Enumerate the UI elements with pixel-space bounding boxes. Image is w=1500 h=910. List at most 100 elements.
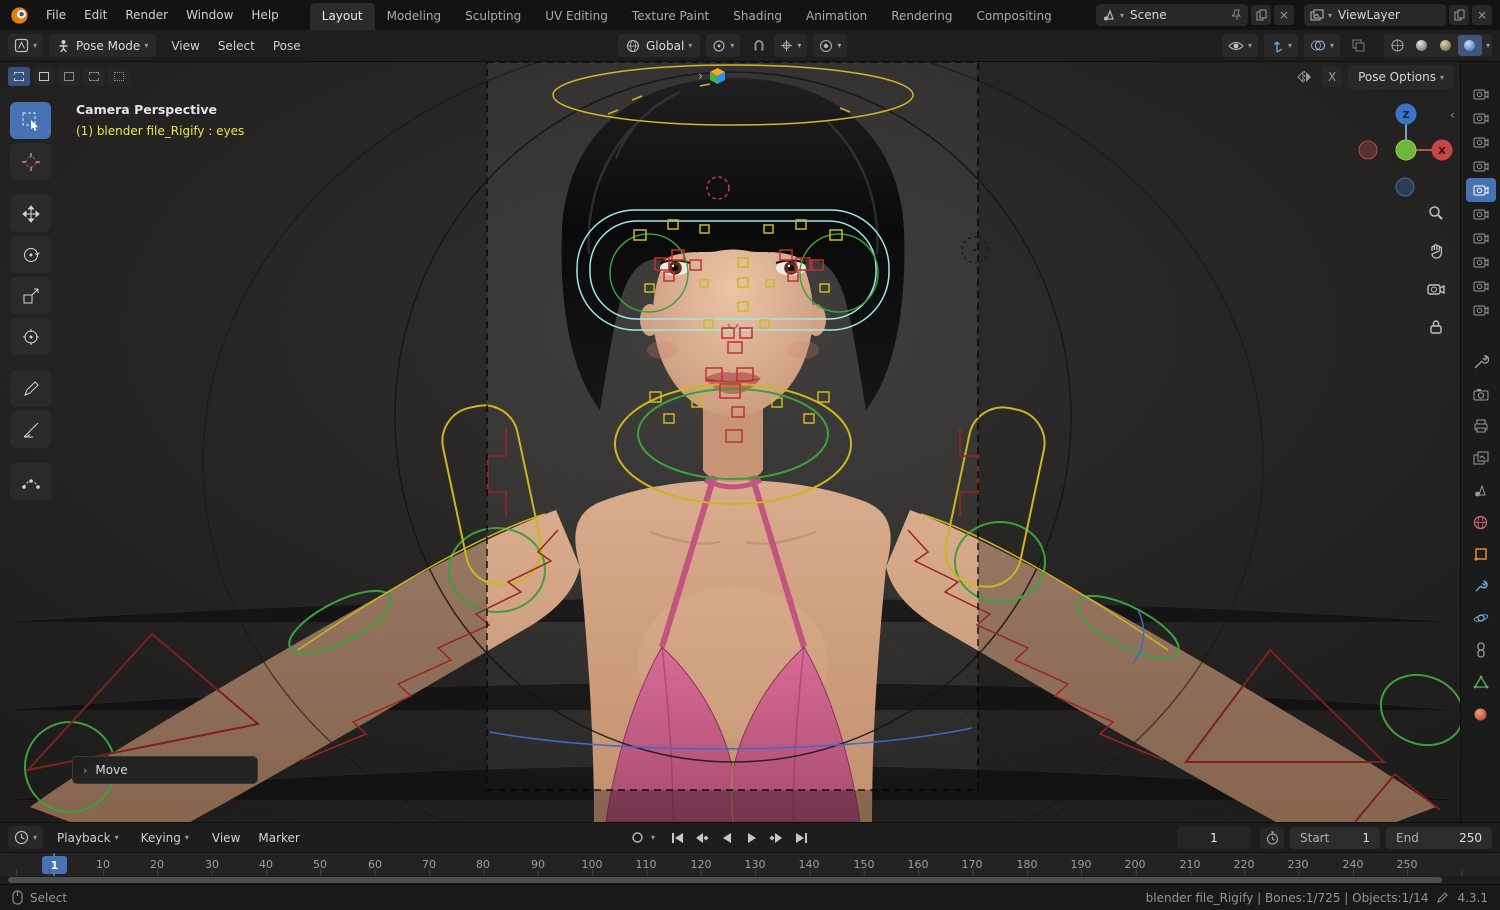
auto-keying-toggle[interactable] bbox=[626, 827, 649, 848]
timeline-marker-menu[interactable]: Marker bbox=[249, 827, 308, 849]
camera-view-icon[interactable] bbox=[1422, 276, 1450, 302]
outliner-camera-item[interactable] bbox=[1466, 82, 1496, 106]
tool-scale[interactable] bbox=[10, 277, 51, 314]
menu-pose[interactable]: Pose bbox=[264, 35, 310, 57]
pan-hand-icon[interactable] bbox=[1422, 238, 1450, 264]
play-reverse-button[interactable] bbox=[715, 827, 738, 848]
collection-breadcrumb[interactable]: › bbox=[698, 67, 726, 85]
gizmos-dropdown[interactable]: ▾ bbox=[1263, 34, 1298, 57]
region-expand-arrow[interactable]: ‹ bbox=[1450, 108, 1455, 122]
properties-tab-view-layer[interactable] bbox=[1466, 442, 1496, 474]
jump-prev-keyframe-button[interactable] bbox=[690, 827, 713, 848]
delete-scene-button[interactable]: × bbox=[1274, 5, 1294, 25]
timeline-editor-type-button[interactable]: ▾ bbox=[8, 826, 44, 849]
timeline-ruler[interactable]: 10 20 30 40 50 60 70 80 90 100 110 120 1… bbox=[0, 852, 1500, 876]
mirror-icon[interactable] bbox=[1291, 66, 1317, 89]
outliner-camera-item-active[interactable] bbox=[1465, 178, 1496, 202]
gizmo-axis-y[interactable] bbox=[1395, 139, 1417, 161]
end-frame-field[interactable]: End 250 bbox=[1386, 826, 1492, 849]
properties-tab-render[interactable] bbox=[1466, 378, 1496, 410]
keying-menu[interactable]: Keying ▾ bbox=[133, 826, 197, 849]
jump-next-keyframe-button[interactable] bbox=[765, 827, 788, 848]
properties-tab-modifiers[interactable] bbox=[1466, 570, 1496, 602]
menu-select[interactable]: Select bbox=[209, 35, 264, 57]
properties-tab-physics[interactable] bbox=[1466, 602, 1496, 634]
tab-compositing[interactable]: Compositing bbox=[964, 3, 1063, 30]
new-viewlayer-button[interactable] bbox=[1449, 5, 1469, 25]
tab-rendering[interactable]: Rendering bbox=[879, 3, 964, 30]
snap-toggle-button[interactable] bbox=[746, 34, 772, 57]
outliner-camera-item[interactable] bbox=[1466, 202, 1496, 226]
jump-to-start-button[interactable] bbox=[665, 827, 688, 848]
timeline-view-menu[interactable]: View bbox=[203, 827, 249, 849]
menu-render[interactable]: Render bbox=[116, 4, 177, 26]
toggle-xray-button[interactable] bbox=[1346, 34, 1372, 57]
shading-wireframe-button[interactable] bbox=[1386, 35, 1410, 56]
overlays-dropdown[interactable]: ▾ bbox=[1303, 34, 1340, 57]
select-mode-new[interactable] bbox=[8, 67, 30, 86]
editor-type-button[interactable]: ▾ bbox=[8, 34, 44, 57]
menu-file[interactable]: File bbox=[37, 4, 75, 26]
select-mode-invert[interactable] bbox=[83, 67, 105, 86]
select-mode-intersect[interactable] bbox=[108, 67, 130, 86]
jump-to-end-button[interactable] bbox=[790, 827, 813, 848]
play-button[interactable] bbox=[740, 827, 763, 848]
timeline-scrollbar[interactable] bbox=[0, 876, 1500, 884]
tool-pose-breakdowner[interactable] bbox=[10, 463, 51, 500]
shading-rendered-button[interactable] bbox=[1457, 35, 1482, 56]
select-mode-subtract[interactable] bbox=[58, 67, 80, 86]
properties-tab-data[interactable] bbox=[1466, 666, 1496, 698]
menu-window[interactable]: Window bbox=[177, 4, 242, 26]
blender-logo-icon[interactable] bbox=[10, 6, 29, 25]
outliner-camera-item[interactable] bbox=[1466, 298, 1496, 322]
start-frame-field[interactable]: Start 1 bbox=[1290, 826, 1380, 849]
properties-tab-scene[interactable] bbox=[1466, 474, 1496, 506]
playback-menu[interactable]: Playback ▾ bbox=[49, 826, 127, 849]
tab-modeling[interactable]: Modeling bbox=[375, 3, 454, 30]
menu-help[interactable]: Help bbox=[242, 4, 287, 26]
current-frame-field[interactable]: 1 bbox=[1177, 826, 1251, 849]
3d-viewport[interactable]: X Pose Options ▾ Camera Perspective (1) … bbox=[0, 62, 1460, 822]
outliner-camera-item[interactable] bbox=[1466, 250, 1496, 274]
visibility-dropdown[interactable]: ▾ bbox=[1221, 34, 1258, 57]
menu-view[interactable]: View bbox=[162, 35, 208, 57]
properties-tab-tool[interactable] bbox=[1466, 346, 1496, 378]
gizmo-axis-neg-x[interactable] bbox=[1358, 140, 1378, 160]
properties-tab-object[interactable] bbox=[1466, 538, 1496, 570]
pin-icon[interactable] bbox=[1232, 9, 1242, 21]
tool-rotate[interactable] bbox=[10, 236, 51, 273]
pivot-point-dropdown[interactable]: ▾ bbox=[706, 34, 741, 57]
properties-tab-constraints[interactable] bbox=[1466, 634, 1496, 666]
menu-edit[interactable]: Edit bbox=[75, 4, 116, 26]
new-scene-button[interactable] bbox=[1251, 5, 1271, 25]
tool-annotate[interactable] bbox=[10, 370, 51, 407]
outliner-camera-item[interactable] bbox=[1466, 130, 1496, 154]
operator-panel-move[interactable]: › Move bbox=[72, 756, 258, 784]
shading-material-button[interactable] bbox=[1434, 35, 1458, 56]
current-frame-indicator[interactable]: 1 bbox=[42, 856, 67, 874]
scene-selector[interactable]: ▾ Scene bbox=[1096, 4, 1248, 26]
tool-select-box[interactable] bbox=[10, 102, 51, 139]
tool-cursor[interactable] bbox=[10, 143, 51, 180]
shading-solid-button[interactable] bbox=[1410, 35, 1434, 56]
tool-transform[interactable] bbox=[10, 318, 51, 355]
orientation-dropdown[interactable]: Global ▾ bbox=[618, 34, 701, 57]
properties-tab-world[interactable] bbox=[1466, 506, 1496, 538]
gizmo-axis-neg-z[interactable] bbox=[1395, 177, 1415, 197]
tool-measure[interactable] bbox=[10, 411, 51, 448]
zoom-icon[interactable] bbox=[1422, 200, 1450, 226]
mirror-x-toggle[interactable]: X bbox=[1322, 67, 1343, 87]
scrollbar-thumb[interactable] bbox=[8, 877, 1442, 883]
outliner-camera-item[interactable] bbox=[1466, 106, 1496, 130]
mode-dropdown[interactable]: Pose Mode ▾ bbox=[49, 34, 157, 57]
tab-layout[interactable]: Layout bbox=[309, 3, 375, 30]
outliner-camera-item[interactable] bbox=[1466, 154, 1496, 178]
tool-move[interactable] bbox=[10, 195, 51, 232]
tab-sculpting[interactable]: Sculpting bbox=[453, 3, 533, 30]
snap-target-dropdown[interactable]: ▾ bbox=[774, 34, 808, 57]
viewlayer-selector[interactable]: ▾ ViewLayer bbox=[1304, 4, 1446, 26]
outliner-camera-item[interactable] bbox=[1466, 274, 1496, 298]
preview-range-button[interactable] bbox=[1260, 826, 1284, 849]
tab-shading[interactable]: Shading bbox=[721, 3, 794, 30]
remove-viewlayer-button[interactable]: × bbox=[1472, 5, 1492, 25]
